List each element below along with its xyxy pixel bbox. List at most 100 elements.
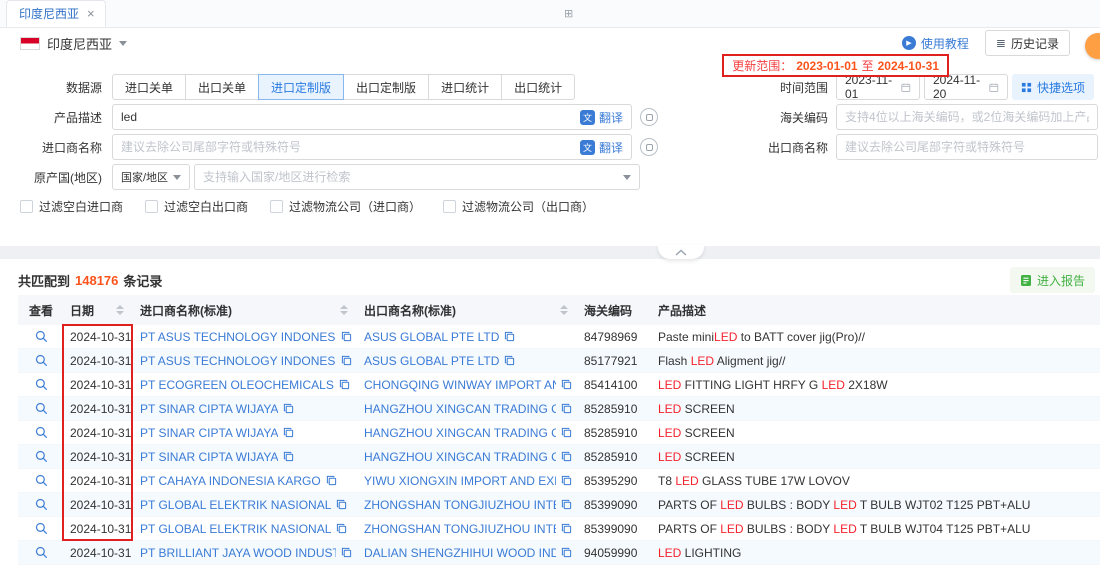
origin-type-select[interactable]: 国家/地区 xyxy=(112,164,190,190)
checkbox-filter-blank-exporter[interactable]: 过滤空白出口商 xyxy=(145,198,248,215)
copy-icon[interactable] xyxy=(283,427,294,438)
copy-icon[interactable] xyxy=(561,475,572,486)
exporter-link[interactable]: ZHONGSHAN TONGJIUZHOU INTERNA... xyxy=(364,522,556,536)
sort-icon[interactable] xyxy=(116,305,128,315)
checkbox-filter-logistics-importer[interactable]: 过滤物流公司（进口商） xyxy=(270,198,421,215)
tab-import-declaration[interactable]: 进口关单 xyxy=(112,74,186,100)
view-row-button[interactable] xyxy=(35,426,48,439)
tab-export-statistics[interactable]: 出口统计 xyxy=(501,74,575,100)
translate-button[interactable]: 文 翻译 xyxy=(580,109,623,126)
sort-icon[interactable] xyxy=(340,305,352,315)
copy-icon[interactable] xyxy=(561,427,572,438)
sort-icon[interactable] xyxy=(560,305,572,315)
view-row-button[interactable] xyxy=(35,378,48,391)
importer-link[interactable]: PT CAHAYA INDONESIA KARGO xyxy=(140,474,321,488)
col-header-exporter[interactable]: 出口商名称(标准) xyxy=(358,295,578,325)
history-list-icon: ≣ xyxy=(996,37,1006,49)
view-row-button[interactable] xyxy=(35,402,48,415)
exporter-link[interactable]: ASUS GLOBAL PTE LTD xyxy=(364,330,499,344)
importer-link[interactable]: PT SINAR CIPTA WIJAYA xyxy=(140,402,278,416)
copy-icon[interactable] xyxy=(336,499,347,510)
exporter-link[interactable]: CHONGQING WINWAY IMPORT AND E... xyxy=(364,378,556,392)
grid-icon[interactable]: ⊞ xyxy=(564,7,573,20)
scan-circle-icon[interactable] xyxy=(640,138,658,156)
quick-options-button[interactable]: 快捷选项 xyxy=(1012,74,1094,100)
checkbox-filter-logistics-exporter[interactable]: 过滤物流公司（出口商） xyxy=(443,198,594,215)
magnifier-icon xyxy=(35,378,48,391)
view-row-button[interactable] xyxy=(35,330,48,343)
importer-link[interactable]: PT ECOGREEN OLEOCHEMICALS xyxy=(140,378,334,392)
tab-import-custom[interactable]: 进口定制版 xyxy=(258,74,344,100)
collapse-panel-handle[interactable] xyxy=(658,245,704,259)
translate-button[interactable]: 文 翻译 xyxy=(580,139,623,156)
importer-link[interactable]: PT BRILLIANT JAYA WOOD INDUSTRY xyxy=(140,546,336,560)
date-from-input[interactable]: 2023-11-01 xyxy=(836,74,920,100)
importer-link[interactable]: PT ASUS TECHNOLOGY INDONESIA BA... xyxy=(140,330,336,344)
page-tab[interactable]: 印度尼西亚 × xyxy=(6,0,106,27)
exporter-link[interactable]: ASUS GLOBAL PTE LTD xyxy=(364,354,499,368)
view-row-button[interactable] xyxy=(35,474,48,487)
tab-export-custom[interactable]: 出口定制版 xyxy=(343,74,429,100)
importer-input[interactable] xyxy=(121,140,576,154)
copy-icon[interactable] xyxy=(504,355,515,366)
datasource-label: 数据源 xyxy=(0,79,112,96)
copy-icon[interactable] xyxy=(561,523,572,534)
col-header-date[interactable]: 日期 xyxy=(64,295,134,325)
copy-icon[interactable] xyxy=(341,547,352,558)
enter-report-button[interactable]: 进入报告 xyxy=(1010,267,1095,293)
copy-icon[interactable] xyxy=(561,379,572,390)
exporter-link[interactable]: HANGZHOU XINGCAN TRADING CO LTD xyxy=(364,450,556,464)
translate-label: 翻译 xyxy=(599,139,623,156)
exporter-link[interactable]: HANGZHOU XINGCAN TRADING CO LTD xyxy=(364,426,556,440)
magnifier-icon xyxy=(35,330,48,343)
exporter-link[interactable]: DALIAN SHENGZHIHUI WOOD INDUST... xyxy=(364,546,556,560)
exporter-link[interactable]: ZHONGSHAN TONGJIUZHOU INTERNA... xyxy=(364,498,556,512)
copy-icon[interactable] xyxy=(336,523,347,534)
copy-icon[interactable] xyxy=(341,355,352,366)
origin-search-input[interactable] xyxy=(203,170,619,184)
col-header-importer[interactable]: 进口商名称(标准) xyxy=(134,295,358,325)
copy-icon[interactable] xyxy=(283,451,294,462)
copy-icon[interactable] xyxy=(561,499,572,510)
checkbox-filter-blank-importer[interactable]: 过滤空白进口商 xyxy=(20,198,123,215)
tutorial-link[interactable]: ▶ 使用教程 xyxy=(902,35,969,52)
view-row-button[interactable] xyxy=(35,498,48,511)
scan-circle-icon[interactable] xyxy=(640,108,658,126)
product-desc-cell: LED SCREEN xyxy=(652,402,1100,416)
product-desc-cell: LED FITTING LIGHT HRFY G LED 2X18W xyxy=(652,378,1100,392)
tab-import-statistics[interactable]: 进口统计 xyxy=(428,74,502,100)
importer-link[interactable]: PT SINAR CIPTA WIJAYA xyxy=(140,450,278,464)
hs-code-input[interactable] xyxy=(845,110,1089,124)
importer-link[interactable]: PT GLOBAL ELEKTRIK NASIONAL xyxy=(140,498,331,512)
exporter-link[interactable]: HANGZHOU XINGCAN TRADING CO LTD xyxy=(364,402,556,416)
view-row-button[interactable] xyxy=(35,522,48,535)
copy-icon[interactable] xyxy=(504,331,515,342)
importer-link[interactable]: PT SINAR CIPTA WIJAYA xyxy=(140,426,278,440)
filter-row-product: 产品描述 文 翻译 海关编码 xyxy=(0,104,1100,130)
tab-export-declaration[interactable]: 出口关单 xyxy=(185,74,259,100)
copy-icon[interactable] xyxy=(341,331,352,342)
exporter-input[interactable] xyxy=(845,140,1089,154)
product-desc-input[interactable] xyxy=(121,110,576,124)
filter-row-company: 进口商名称 文 翻译 出口商名称 xyxy=(0,134,1100,160)
view-row-button[interactable] xyxy=(35,546,48,559)
importer-link[interactable]: PT GLOBAL ELEKTRIK NASIONAL xyxy=(140,522,331,536)
copy-icon[interactable] xyxy=(561,451,572,462)
copy-icon[interactable] xyxy=(283,403,294,414)
copy-icon[interactable] xyxy=(561,403,572,414)
copy-icon[interactable] xyxy=(326,475,337,486)
copy-icon[interactable] xyxy=(339,379,350,390)
product-desc-cell: LED LIGHTING xyxy=(652,546,1100,560)
view-row-button[interactable] xyxy=(35,450,48,463)
history-button[interactable]: ≣ 历史记录 xyxy=(985,30,1070,56)
date-to-input[interactable]: 2024-11-20 xyxy=(924,74,1008,100)
view-row-button[interactable] xyxy=(35,354,48,367)
tab-close-icon[interactable]: × xyxy=(87,7,95,20)
table-row: 2024-10-31 PT CAHAYA INDONESIA KARGO YIW… xyxy=(18,469,1100,493)
exporter-group: 出口商名称 xyxy=(766,134,1098,160)
importer-link[interactable]: PT ASUS TECHNOLOGY INDONESIA BA... xyxy=(140,354,336,368)
exporter-link[interactable]: YIWU XIONGXIN IMPORT AND EXPORT... xyxy=(364,474,556,488)
filter-panel: 数据源 进口关单 出口关单 进口定制版 出口定制版 进口统计 出口统计 时间范围… xyxy=(0,58,1100,246)
copy-icon[interactable] xyxy=(561,547,572,558)
country-selector[interactable]: 印度尼西亚 xyxy=(20,34,127,53)
